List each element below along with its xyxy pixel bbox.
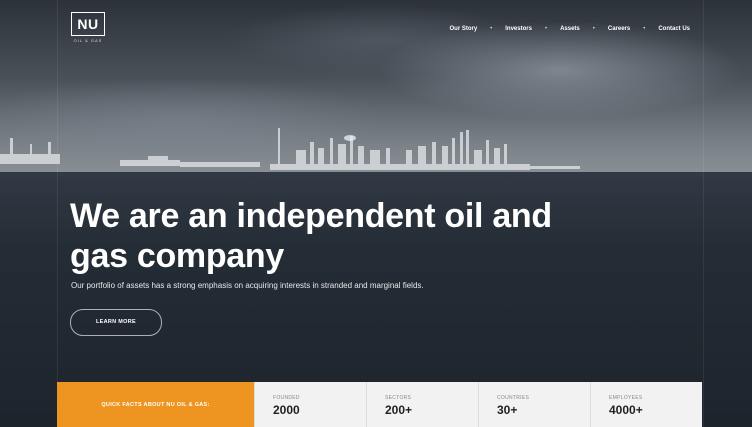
fact-sectors: SECTORS 200+	[366, 382, 478, 427]
nav-item-investors[interactable]: Investors	[505, 26, 532, 32]
fact-label: SECTORS	[385, 395, 412, 401]
learn-more-button[interactable]: LEARN MORE	[70, 309, 162, 336]
fact-employees: EMPLOYEES 4000+	[590, 382, 702, 427]
fact-value: 200+	[385, 403, 413, 417]
main-nav: Our Story • Investors • Assets • Careers…	[449, 26, 690, 32]
fact-founded: FOUNDED 2000	[254, 382, 366, 427]
fact-countries: COUNTRIES 30+	[478, 382, 590, 427]
fact-label: COUNTRIES	[497, 395, 530, 401]
nav-item-our-story[interactable]: Our Story	[449, 26, 477, 32]
brand-logo[interactable]: NU OIL & GAS	[71, 12, 105, 46]
nav-item-contact-us[interactable]: Contact Us	[658, 26, 690, 32]
fact-value: 4000+	[609, 403, 643, 417]
layout-guide-line	[57, 0, 58, 427]
nav-separator: •	[643, 26, 646, 32]
nav-separator: •	[592, 26, 595, 32]
refinery-skyline-image	[0, 128, 580, 170]
nav-separator: •	[490, 26, 493, 32]
logo-subtitle: OIL & GAS	[73, 38, 103, 43]
logo-mark: NU	[71, 12, 105, 36]
fact-value: 30+	[497, 403, 518, 417]
quick-facts-bar: QUICK FACTS ABOUT NU OIL & GAS: FOUNDED …	[57, 382, 703, 427]
fact-label: FOUNDED	[273, 395, 300, 401]
nav-item-careers[interactable]: Careers	[608, 26, 630, 32]
layout-guide-line	[703, 0, 704, 427]
nav-item-assets[interactable]: Assets	[560, 26, 580, 32]
hero-section: NU OIL & GAS Our Story • Investors • Ass…	[0, 0, 752, 427]
fact-value: 2000	[273, 403, 300, 417]
hero-subtitle: Our portfolio of assets has a strong emp…	[71, 281, 424, 290]
hero-title: We are an independent oil and gas compan…	[70, 197, 552, 275]
nav-separator: •	[544, 26, 548, 32]
fact-label: EMPLOYEES	[609, 395, 643, 401]
quick-facts-label: QUICK FACTS ABOUT NU OIL & GAS:	[57, 382, 254, 427]
